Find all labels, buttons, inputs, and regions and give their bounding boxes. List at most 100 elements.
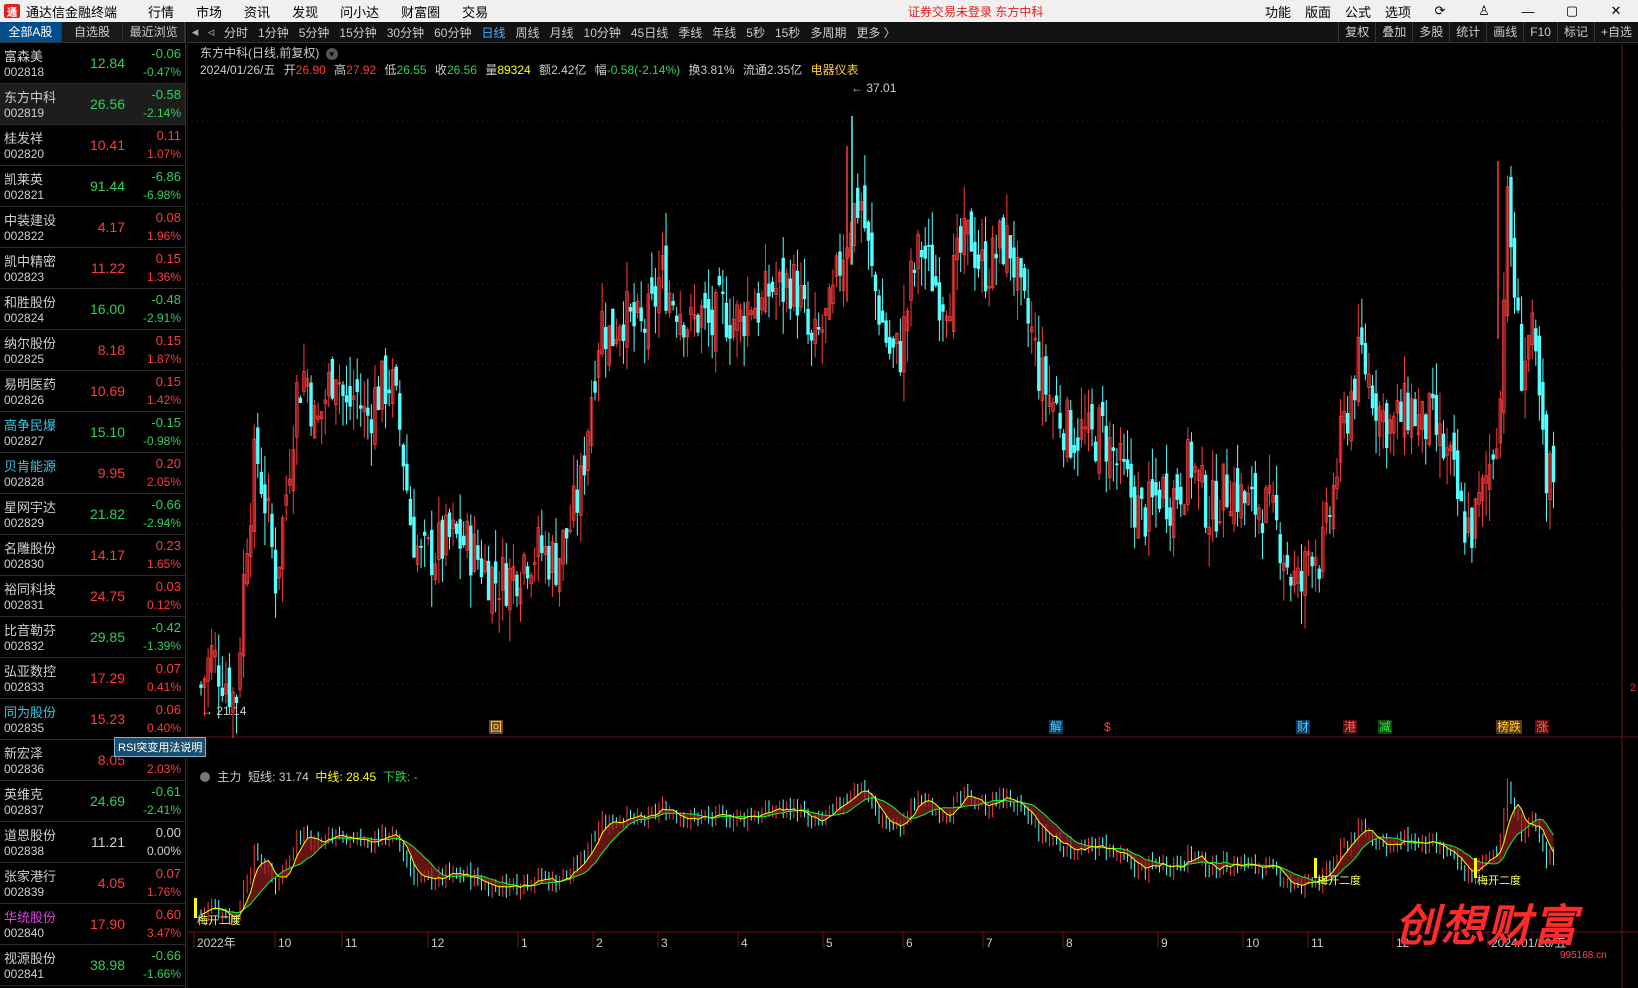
- stock-row[interactable]: 华统股份 002840 17.90 0.60 3.47%: [0, 904, 185, 945]
- stock-row[interactable]: 视源股份 002841 38.98 -0.66 -1.66%: [0, 945, 185, 986]
- stock-row[interactable]: 纳尔股份 002825 8.18 0.15 1.87%: [0, 330, 185, 371]
- period-option[interactable]: 10分钟: [584, 24, 621, 41]
- event-marker[interactable]: 回: [489, 720, 503, 734]
- stock-price: 4.05: [97, 875, 125, 891]
- refresh-icon[interactable]: ⟳: [1425, 3, 1455, 19]
- stock-name: 纳尔股份: [4, 336, 57, 351]
- stock-price: 16.00: [89, 301, 125, 317]
- candle-body: [703, 292, 707, 309]
- minimize-icon[interactable]: —: [1513, 4, 1543, 19]
- stock-row[interactable]: 贝肯能源 002828 9.95 0.20 2.05%: [0, 453, 185, 494]
- stock-row[interactable]: 中装建设 002822 4.17 0.08 1.96%: [0, 207, 185, 248]
- chart-tool-button[interactable]: 画线: [1486, 22, 1523, 43]
- menu-trade[interactable]: 交易: [462, 2, 488, 21]
- period-option[interactable]: 15秒: [775, 24, 800, 41]
- event-marker-label: 减: [1379, 720, 1391, 734]
- menu-news[interactable]: 资讯: [244, 2, 270, 21]
- event-marker[interactable]: $: [1103, 720, 1117, 734]
- period-option[interactable]: 5分钟: [299, 24, 330, 41]
- menu-ask[interactable]: 问小达: [340, 2, 379, 21]
- event-marker[interactable]: 减: [1378, 720, 1392, 734]
- stock-row[interactable]: 英维克 002837 24.69 -0.61 -2.41%: [0, 781, 185, 822]
- period-option[interactable]: 年线: [712, 24, 736, 41]
- close-icon[interactable]: ✕: [1601, 3, 1631, 19]
- candle-body: [728, 325, 732, 339]
- stock-row[interactable]: 桂发祥 002820 10.41 0.11 1.07%: [0, 125, 185, 166]
- indicator-settings-icon[interactable]: [200, 772, 210, 782]
- menu-function[interactable]: 功能: [1265, 2, 1291, 21]
- period-option[interactable]: 月线: [550, 24, 574, 41]
- stock-row[interactable]: 裕同科技 002831 24.75 0.03 0.12%: [0, 576, 185, 617]
- chevron-left-icon-2[interactable]: ◃: [203, 24, 219, 40]
- event-marker[interactable]: 榜跌: [1496, 719, 1522, 734]
- stock-row[interactable]: 富森美 002818 12.84 -0.06 -0.47%: [0, 43, 185, 84]
- kline-chart[interactable]: ← 37.01→ 21.14 回解 $ 财港减榜跌涨 梅开二度梅开二度 梅开二度 20…: [187, 44, 1638, 988]
- stock-price: 9.95: [97, 465, 125, 481]
- period-option[interactable]: 15分钟: [339, 24, 376, 41]
- period-option[interactable]: 更多 〉: [856, 24, 895, 41]
- chevron-left-icon[interactable]: ◂: [187, 24, 203, 40]
- tab-recent[interactable]: 最近浏览: [123, 22, 186, 42]
- shirt-icon[interactable]: ♙: [1469, 3, 1499, 19]
- chart-tool-button[interactable]: F10: [1523, 22, 1557, 43]
- chart-tool-button[interactable]: 叠加: [1375, 22, 1412, 43]
- period-option[interactable]: 45日线: [631, 24, 668, 41]
- period-option[interactable]: 分时: [224, 24, 248, 41]
- period-option[interactable]: 周线: [515, 24, 539, 41]
- chart-tool-button[interactable]: 标记: [1556, 22, 1594, 43]
- maximize-icon[interactable]: ▢: [1557, 3, 1587, 19]
- stock-row[interactable]: 张家港行 002839 4.05 0.07 1.76%: [0, 863, 185, 904]
- menu-quotes[interactable]: 行情: [148, 2, 174, 21]
- event-marker-label: 榜跌: [1497, 719, 1521, 734]
- tab-all-a-shares[interactable]: 全部A股: [0, 22, 62, 42]
- chart-tool-button[interactable]: 复权: [1338, 22, 1375, 43]
- menu-discover[interactable]: 发现: [292, 2, 318, 21]
- menu-layout[interactable]: 版面: [1305, 2, 1331, 21]
- signal-label: 梅开二度: [197, 913, 241, 927]
- stock-row[interactable]: 凯中精密 002823 11.22 0.15 1.36%: [0, 248, 185, 289]
- stock-code: 002822: [4, 229, 45, 243]
- period-option[interactable]: 30分钟: [387, 24, 424, 41]
- period-option[interactable]: 60分钟: [434, 24, 471, 41]
- period-option[interactable]: 1分钟: [258, 24, 289, 41]
- tab-watchlist[interactable]: 自选股: [62, 22, 124, 42]
- period-option[interactable]: 多周期: [810, 24, 846, 41]
- menu-wealth-circle[interactable]: 财富圈: [401, 2, 440, 21]
- stock-row[interactable]: 和胜股份 002824 16.00 -0.48 -2.91%: [0, 289, 185, 330]
- candle-body: [912, 269, 917, 273]
- period-option[interactable]: 季线: [678, 24, 702, 41]
- period-option[interactable]: 5秒: [746, 24, 765, 41]
- chart-tool-button[interactable]: 统计: [1449, 22, 1486, 43]
- stock-row[interactable]: 同为股份 002835 15.23 0.06 0.40%: [0, 699, 185, 740]
- event-marker[interactable]: 涨: [1535, 719, 1549, 734]
- stock-row[interactable]: 易明医药 002826 10.69 0.15 1.42%: [0, 371, 185, 412]
- stock-row[interactable]: 道恩股份 002838 11.21 0.00 0.00%: [0, 822, 185, 863]
- candle-body: [809, 332, 814, 341]
- stock-row[interactable]: 名雕股份 002830 14.17 0.23 1.65%: [0, 535, 185, 576]
- stock-row[interactable]: 凯莱英 002821 91.44 -6.86 -6.98%: [0, 166, 185, 207]
- stock-change: 0.07: [155, 866, 181, 881]
- candle-body: [540, 535, 544, 553]
- chart-tool-button[interactable]: +自选: [1593, 22, 1638, 43]
- menu-formula[interactable]: 公式: [1345, 2, 1371, 21]
- stock-name: 道恩股份: [4, 828, 57, 843]
- rsi-tooltip[interactable]: RSI突变用法说明: [114, 737, 207, 757]
- stock-row[interactable]: 比音勒芬 002832 29.85 -0.42 -1.39%: [0, 617, 185, 658]
- stock-row[interactable]: 弘亚数控 002833 17.29 0.07 0.41%: [0, 658, 185, 699]
- menu-market[interactable]: 市场: [196, 2, 222, 21]
- chart-tool-button[interactable]: 多股: [1412, 22, 1449, 43]
- sub-indicator-name[interactable]: 主力: [217, 770, 241, 784]
- event-marker[interactable]: 港: [1343, 720, 1357, 734]
- candle-body: [973, 241, 977, 268]
- stock-change: 0.08: [155, 210, 181, 225]
- candle-body: [419, 545, 423, 548]
- period-option[interactable]: 日线: [481, 24, 505, 41]
- menu-options[interactable]: 选项: [1385, 2, 1411, 21]
- stock-row[interactable]: 星网宇达 002829 21.82 -0.66 -2.94%: [0, 494, 185, 535]
- stock-row[interactable]: 高争民爆 002827 15.10 -0.15 -0.98%: [0, 412, 185, 453]
- event-marker[interactable]: 解: [1049, 720, 1063, 734]
- event-marker[interactable]: 财: [1296, 720, 1310, 734]
- login-notice[interactable]: 证券交易未登录 东方中科: [908, 3, 1043, 20]
- candle-body: [983, 241, 988, 292]
- stock-row[interactable]: 东方中科 002819 26.56 -0.58 -2.14%: [0, 84, 185, 125]
